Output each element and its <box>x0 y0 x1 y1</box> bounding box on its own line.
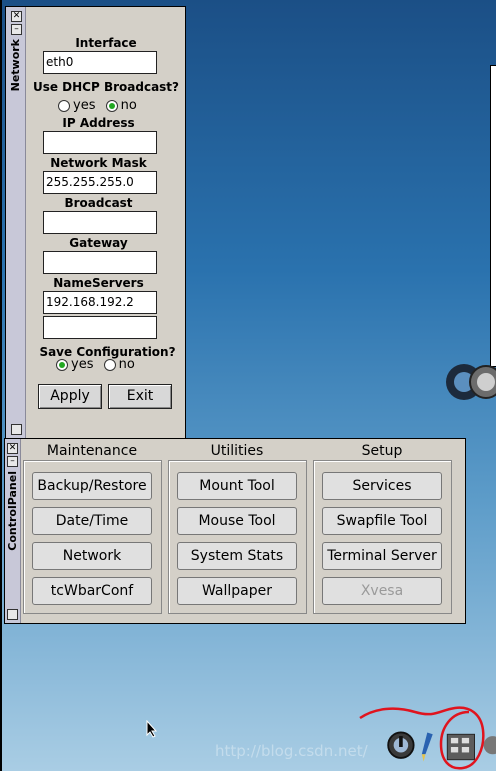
wbar-logo-icon <box>446 364 496 400</box>
network-mask-field[interactable]: 255.255.255.0 <box>43 171 157 194</box>
tcwbarconf-button[interactable]: tcWbarConf <box>32 577 152 605</box>
mouse-cursor-icon <box>146 720 158 738</box>
interface-label: Interface <box>75 36 137 50</box>
dhcp-label: Use DHCP Broadcast? <box>32 80 180 94</box>
close-icon[interactable]: ✕ <box>7 443 18 454</box>
exit-button[interactable]: Exit <box>108 384 172 409</box>
system-stats-button[interactable]: System Stats <box>177 542 297 570</box>
annotation-circle <box>359 706 485 770</box>
save-no-label: no <box>118 357 135 372</box>
save-no-radio[interactable] <box>103 358 116 371</box>
mouse-tool-button[interactable]: Mouse Tool <box>177 507 297 535</box>
window-menu-icon[interactable] <box>11 424 22 435</box>
dhcp-no-label: no <box>120 98 137 113</box>
screen-left-edge <box>0 0 2 771</box>
close-icon[interactable]: ✕ <box>11 11 22 22</box>
nameserver-2-field[interactable] <box>43 316 157 339</box>
window-menu-icon[interactable] <box>7 609 18 620</box>
network-mask-label: Network Mask <box>50 156 147 170</box>
offscreen-window-edge <box>490 65 496 367</box>
network-window-sidebar[interactable]: ✕ – Network <box>6 7 26 439</box>
nameserver-1-field[interactable]: 192.168.192.2 <box>43 291 157 314</box>
services-button[interactable]: Services <box>322 472 442 500</box>
controlpanel-sidebar[interactable]: ✕ – ControlPanel <box>5 439 21 623</box>
minimize-icon[interactable]: – <box>11 24 22 35</box>
setup-title: Setup <box>361 443 403 459</box>
broadcast-field[interactable] <box>43 211 157 234</box>
interface-field[interactable]: eth0 <box>43 51 157 74</box>
window-title: Network <box>9 39 22 92</box>
save-options: yes no <box>56 357 135 372</box>
mount-tool-button[interactable]: Mount Tool <box>177 472 297 500</box>
swapfile-tool-button[interactable]: Swapfile Tool <box>322 507 442 535</box>
gateway-field[interactable] <box>43 251 157 274</box>
network-button[interactable]: Network <box>32 542 152 570</box>
dhcp-no-radio[interactable] <box>105 99 118 112</box>
ip-address-label: IP Address <box>62 116 135 130</box>
apply-button[interactable]: Apply <box>38 384 102 409</box>
save-yes-label: yes <box>71 357 94 372</box>
backup-restore-button[interactable]: Backup/Restore <box>32 472 152 500</box>
ip-address-field[interactable] <box>43 131 157 154</box>
date-time-button[interactable]: Date/Time <box>32 507 152 535</box>
dhcp-yes-radio[interactable] <box>58 99 70 112</box>
dhcp-yes-label: yes <box>73 98 96 113</box>
utilities-title: Utilities <box>210 443 264 459</box>
terminal-server-button[interactable]: Terminal Server <box>322 542 442 570</box>
wallpaper-button[interactable]: Wallpaper <box>177 577 297 605</box>
xvesa-button: Xvesa <box>322 577 442 605</box>
dhcp-options: yes no <box>58 98 137 113</box>
gateway-label: Gateway <box>69 236 128 250</box>
network-window: ✕ – Network Interface eth0 Use DHCP Broa… <box>5 6 186 440</box>
broadcast-label: Broadcast <box>64 196 133 210</box>
window-title: ControlPanel <box>6 471 19 551</box>
nameservers-label: NameServers <box>53 276 144 290</box>
save-yes-radio[interactable] <box>56 358 68 371</box>
minimize-icon[interactable]: – <box>7 456 18 467</box>
watermark-text: http://blog.csdn.net/ <box>215 742 368 760</box>
maintenance-title: Maintenance <box>46 443 138 459</box>
